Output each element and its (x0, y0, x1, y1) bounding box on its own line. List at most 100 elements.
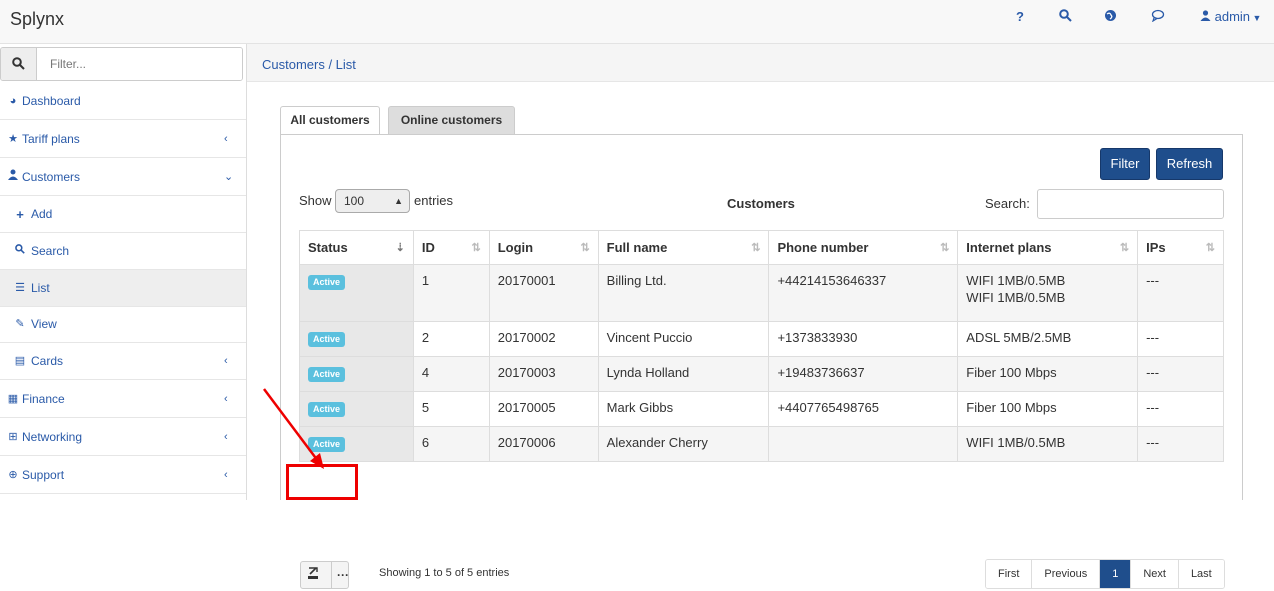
sidebar-item-label: Tariff plans (22, 132, 80, 146)
cell-internet-plans: Fiber 100 Mbps (957, 356, 1139, 392)
table-row[interactable]: Active 4 20170003 Lynda Holland +1948373… (299, 356, 1224, 392)
brand-logo[interactable]: Splynx (10, 9, 64, 30)
list-icon: ☰ (15, 282, 25, 294)
cards-icon: ▤ (14, 355, 26, 367)
more-options-button[interactable]: ··· (331, 562, 349, 588)
table-search-input[interactable] (1037, 189, 1224, 219)
user-menu[interactable]: admin ▼ (1200, 9, 1261, 24)
sort-desc-icon: ⇣ (395, 242, 405, 254)
search-icon (13, 233, 27, 270)
export-toolbar: ··· (300, 561, 349, 589)
filter-search-button[interactable] (1, 48, 37, 80)
cell-internet-plans: WIFI 1MB/0.5MB WIFI 1MB/0.5MB (957, 264, 1139, 322)
cell-internet-plans: ADSL 5MB/2.5MB (957, 321, 1139, 357)
entries-label: entries (414, 193, 454, 208)
user-icon (1200, 10, 1211, 21)
column-label: ID (421, 240, 435, 255)
breadcrumb[interactable]: Customers / List (262, 57, 356, 72)
sitemap-icon: ⊞ (8, 431, 18, 443)
column-header-status[interactable]: Status ⇣ (299, 230, 414, 265)
chevron-left-icon: ‹ (224, 393, 228, 405)
cell-full-name: Alexander Cherry (597, 426, 770, 462)
column-header-internet-plans[interactable]: Internet plans ⇅ (957, 230, 1139, 265)
plus-icon: + (16, 207, 24, 222)
table-row[interactable]: Active 2 20170002 Vincent Puccio +137383… (299, 321, 1224, 357)
chevron-down-icon: ⌄ (224, 171, 234, 183)
sidebar-item-dashboard[interactable]: ◕ Dashboard (0, 83, 246, 120)
search-label: Search: (985, 196, 1030, 211)
cell-phone (768, 426, 959, 462)
column-header-full-name[interactable]: Full name ⇅ (597, 230, 770, 265)
sidebar-item-add[interactable]: + Add (0, 196, 246, 233)
sidebar-item-label: View (31, 317, 57, 331)
status-badge: Active (308, 367, 346, 382)
tab-all-customers[interactable]: All customers (280, 106, 380, 135)
column-label: Internet plans (966, 240, 1052, 255)
sidebar-item-list[interactable]: ☰ List (0, 270, 246, 307)
pagination-next[interactable]: Next (1131, 560, 1179, 588)
chat-icon[interactable] (1151, 9, 1165, 25)
globe-icon[interactable] (1104, 9, 1117, 25)
cell-login: 20170006 (488, 426, 599, 462)
table-info: Showing 1 to 5 of 5 entries (379, 567, 510, 579)
filter-button[interactable]: Filter (1100, 148, 1150, 180)
table-row[interactable]: Active 5 20170005 Mark Gibbs +4407765498… (299, 391, 1224, 427)
column-header-login[interactable]: Login ⇅ (488, 230, 599, 265)
cell-phone: +4407765498765 (768, 391, 959, 427)
select-arrows-icon: ▲ (394, 196, 403, 206)
cell-ips: --- (1137, 321, 1224, 357)
page-size-select[interactable]: 100 ▲ (335, 189, 410, 213)
sidebar-item-label: Cards (31, 354, 64, 368)
cell-phone: +1373833930 (768, 321, 959, 357)
sort-icon: ⇅ (1205, 242, 1215, 254)
column-header-ips[interactable]: IPs ⇅ (1137, 230, 1224, 265)
caret-down-icon: ▼ (1250, 13, 1262, 23)
sidebar-item-view[interactable]: ✎ View (0, 306, 246, 343)
sidebar-item-label: Add (31, 207, 53, 221)
tab-online-customers[interactable]: Online customers (388, 106, 515, 135)
pagination-first[interactable]: First (986, 560, 1033, 588)
cell-id: 4 (412, 356, 490, 392)
sidebar: ◕ Dashboard ★ Tariff plans ‹ Customers ⌄… (0, 44, 247, 500)
sidebar-item-networking[interactable]: ⊞ Networking ‹ (0, 419, 246, 456)
cell-ips: --- (1137, 264, 1224, 322)
breadcrumb-bar: Customers / List (247, 44, 1274, 82)
star-icon: ★ (8, 133, 18, 145)
pagination-page-1[interactable]: 1 (1100, 560, 1132, 588)
pagination-last[interactable]: Last (1178, 560, 1224, 588)
sidebar-item-cards[interactable]: ▤ Cards ‹ (0, 343, 246, 380)
sidebar-item-finance[interactable]: ▦ Finance ‹ (0, 381, 246, 418)
sidebar-filter (0, 47, 243, 81)
cell-phone: +44214153646337 (768, 264, 959, 322)
column-header-id[interactable]: ID ⇅ (412, 230, 490, 265)
page-size-value: 100 (344, 194, 365, 208)
column-header-phone-number[interactable]: Phone number ⇅ (768, 230, 959, 265)
cell-id: 1 (412, 264, 490, 322)
search-icon[interactable] (1059, 9, 1072, 25)
table-row[interactable]: Active 1 20170001 Billing Ltd. +44214153… (299, 264, 1224, 322)
sidebar-filter-input[interactable] (38, 48, 242, 80)
table-row[interactable]: Active 6 20170006 Alexander Cherry WIFI … (299, 426, 1224, 462)
refresh-button[interactable]: Refresh (1156, 148, 1223, 180)
export-icon[interactable] (307, 567, 319, 583)
cell-id: 2 (412, 321, 490, 357)
sort-icon: ⇅ (940, 242, 950, 254)
cell-internet-plans: Fiber 100 Mbps (957, 391, 1139, 427)
pagination-previous[interactable]: Previous (1032, 560, 1101, 588)
cell-id: 5 (412, 391, 490, 427)
status-badge: Active (308, 275, 346, 290)
cell-ips: --- (1137, 426, 1224, 462)
sidebar-item-customers[interactable]: Customers ⌄ (0, 159, 246, 196)
cell-id: 6 (412, 426, 490, 462)
help-icon[interactable]: ? (1016, 9, 1024, 24)
chevron-left-icon: ‹ (224, 469, 228, 481)
sidebar-item-search[interactable]: Search (0, 233, 246, 270)
sidebar-item-label: Search (31, 244, 70, 258)
cell-full-name: Mark Gibbs (597, 391, 770, 427)
sort-icon: ⇅ (471, 242, 481, 254)
cell-login: 20170002 (488, 321, 599, 357)
column-label: Phone number (777, 240, 869, 255)
sidebar-item-tariff-plans[interactable]: ★ Tariff plans ‹ (0, 121, 246, 158)
sidebar-item-support[interactable]: ⊕ Support ‹ (0, 457, 246, 494)
column-label: IPs (1146, 240, 1166, 255)
